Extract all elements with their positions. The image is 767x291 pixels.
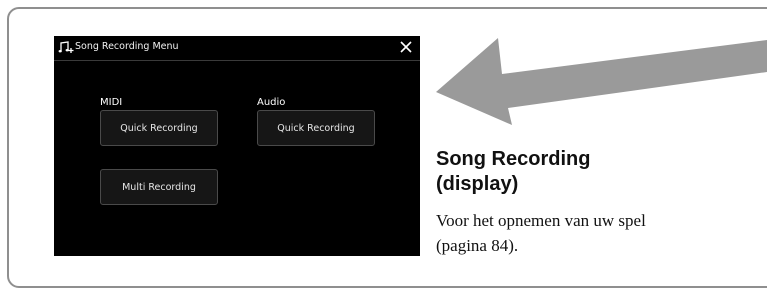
audio-section-label: Audio — [257, 97, 286, 108]
midi-quick-recording-button[interactable]: Quick Recording — [100, 110, 218, 146]
callout-body-line1: Voor het opnemen van uw spel — [436, 211, 646, 230]
dialog-title: Song Recording Menu — [75, 41, 179, 52]
callout-title-line1: Song Recording — [436, 148, 591, 170]
pointer-arrow — [436, 38, 767, 125]
callout-description: Voor het opnemen van uw spel (pagina 84)… — [436, 208, 756, 258]
midi-multi-recording-button[interactable]: Multi Recording — [100, 169, 218, 205]
callout-body-line2: (pagina 84). — [436, 236, 519, 255]
audio-quick-recording-button[interactable]: Quick Recording — [257, 110, 375, 146]
midi-section-label: MIDI — [100, 97, 123, 108]
song-record-icon — [58, 41, 74, 53]
close-icon[interactable] — [398, 39, 414, 55]
dialog-titlebar: Song Recording Menu — [54, 36, 420, 61]
song-recording-menu-screen: Song Recording Menu MIDI Audio Quick Rec… — [54, 36, 420, 256]
callout-title-line2: (display) — [436, 173, 519, 195]
callout-title: Song Recording (display) — [436, 147, 756, 197]
